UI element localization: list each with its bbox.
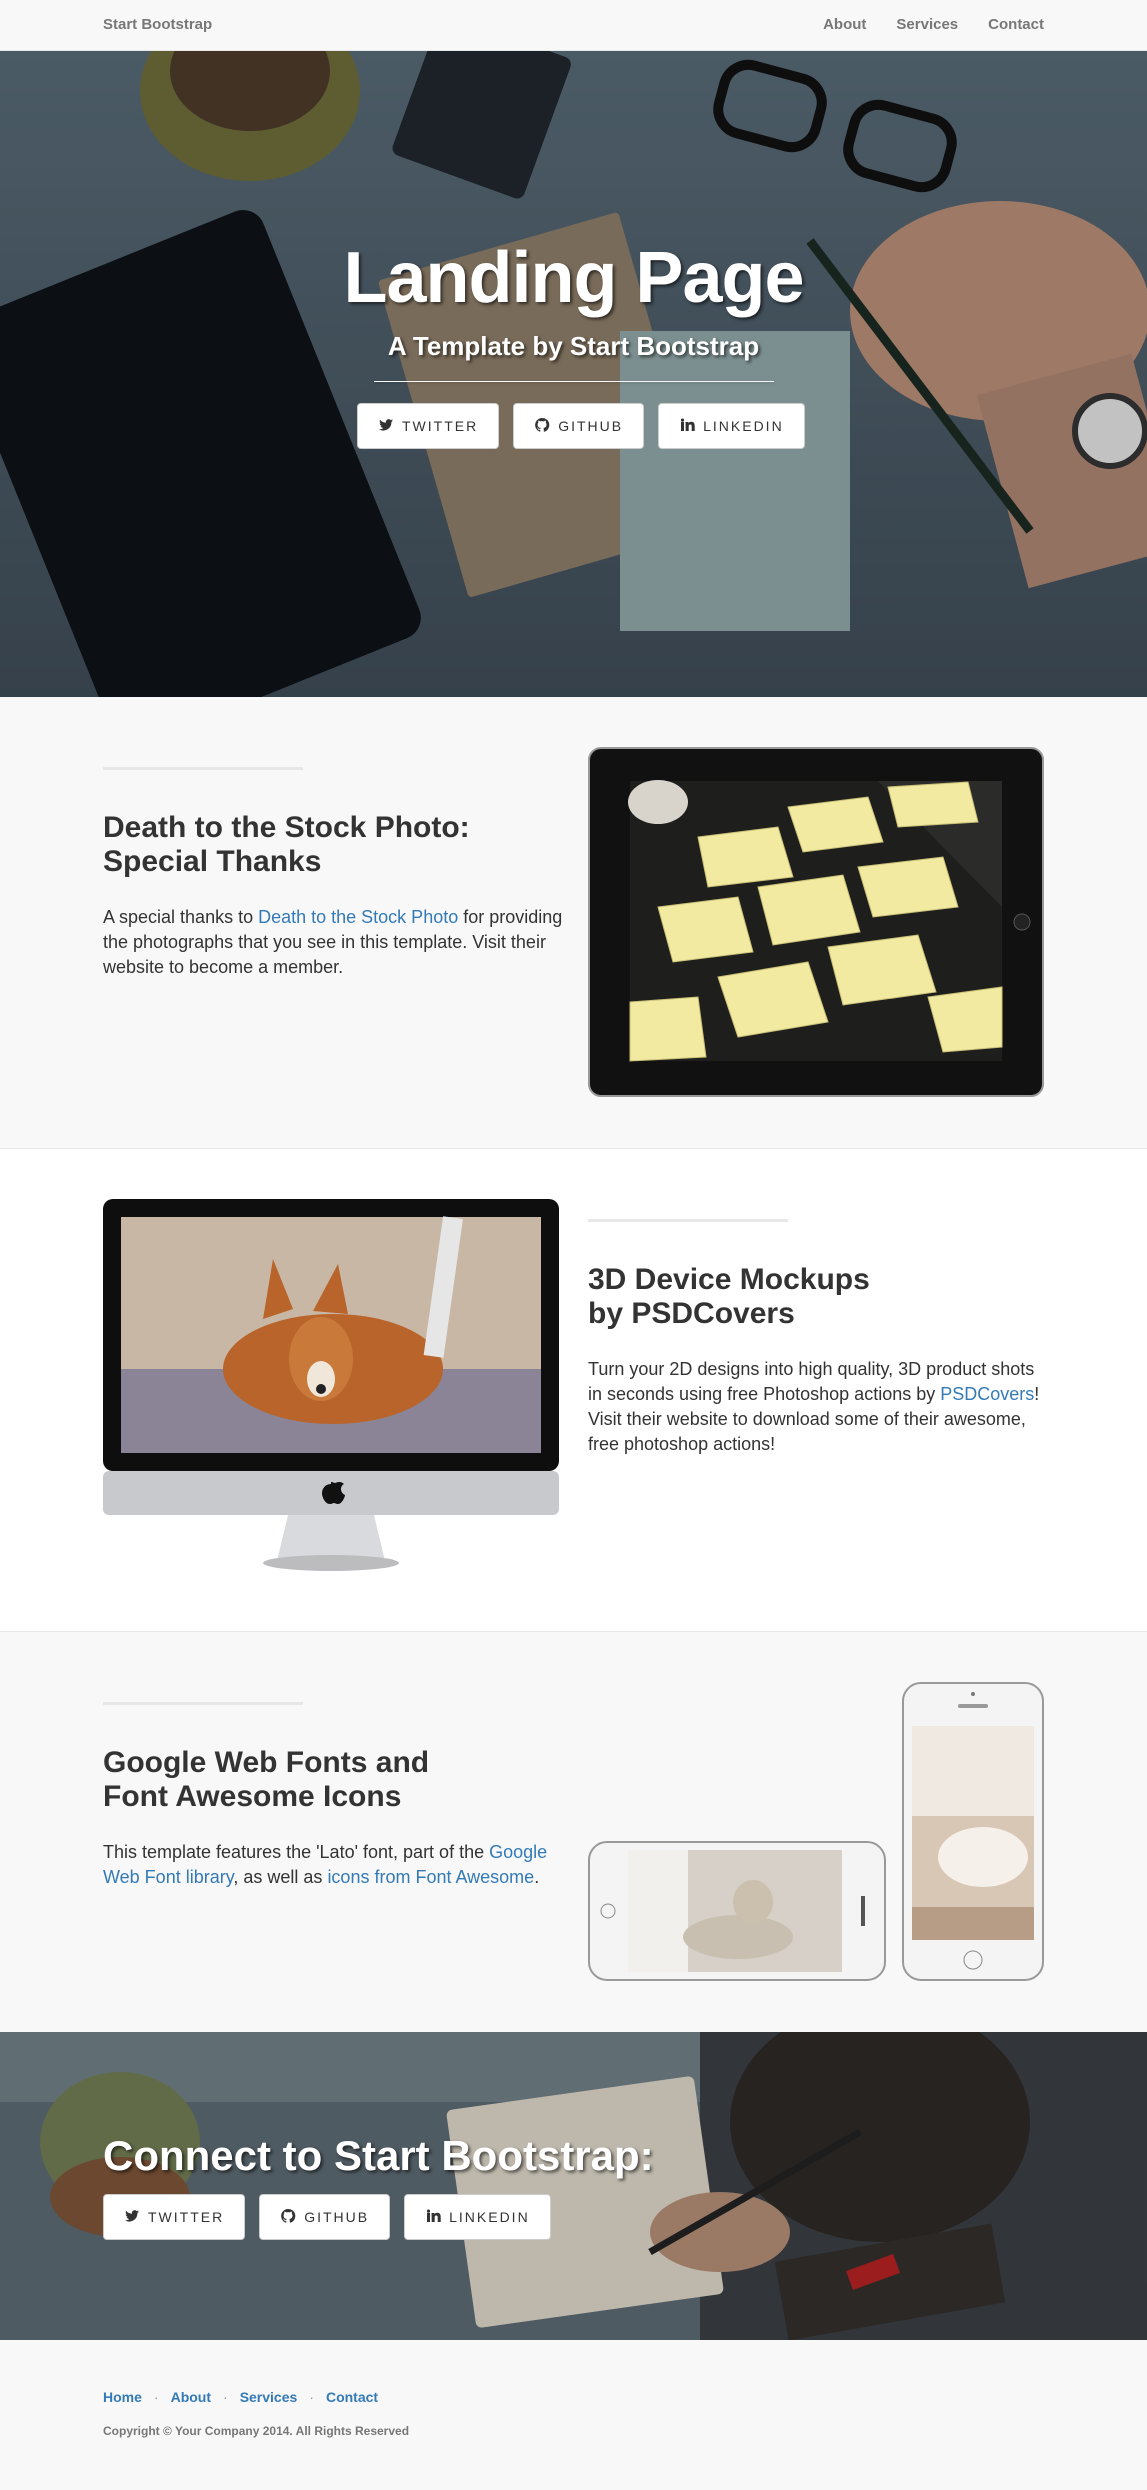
github-button[interactable]: GITHUB [259,2194,391,2240]
section-divider [588,1219,788,1222]
twitter-button-label: TWITTER [148,2209,225,2225]
banner-background-photo [0,2032,1147,2340]
copyright-text: Copyright © Your Company 2014. All Right… [103,2424,410,2438]
linkedin-button-label: LINKEDIN [703,418,784,434]
footer-nav: Home · About · Services · Contact [103,2389,378,2405]
section-heading: 3D Device Mockups by PSDCovers [588,1263,870,1331]
banner-title: Connect to Start Bootstrap: [103,2132,654,2179]
brand-link[interactable]: Start Bootstrap [103,16,212,33]
twitter-button[interactable]: TWITTER [357,403,500,449]
linkedin-button-label: LINKEDIN [449,2209,530,2225]
github-icon [534,417,550,436]
text-span: This template features the 'Lato' font, … [103,1842,490,1862]
footer-separator: · [309,2389,314,2405]
footer-separator: · [153,2389,159,2405]
section-stock-photo: Death to the Stock Photo: Special Thanks… [0,697,1147,1149]
heading-line: Google Web Fonts and [103,1746,430,1779]
ipad-mockup-image [588,747,1044,1097]
section-text: A special thanks to Death to the Stock P… [103,905,563,980]
contact-banner: Connect to Start Bootstrap: TWITTER GITH… [0,2032,1147,2340]
linkedin-button[interactable]: LINKEDIN [658,403,805,449]
nav-link-about[interactable]: About [823,16,866,33]
hero-title: Landing Page [343,238,804,318]
footer-link-contact[interactable]: Contact [326,2389,378,2405]
section-text: Turn your 2D designs into high quality, … [588,1357,1048,1457]
twitter-button-label: TWITTER [402,418,479,434]
heading-line: by PSDCovers [588,1297,795,1330]
footer-link-home[interactable]: Home [103,2389,142,2405]
footer-separator: · [223,2389,228,2405]
hero-section: Landing Page A Template by Start Bootstr… [0,51,1147,697]
github-button-label: GITHUB [304,2209,370,2225]
heading-line: Death to the Stock Photo: [103,811,470,844]
section-web-fonts: Google Web Fonts and Font Awesome Icons … [0,1632,1147,2032]
text-span: , as well as [233,1867,328,1887]
footer-link-services[interactable]: Services [240,2389,298,2405]
hero-divider [374,381,774,382]
navbar: Start Bootstrap About Services Contact [0,0,1147,51]
heading-line: Special Thanks [103,845,322,878]
hero-background-photo [0,51,1147,697]
text-span: A special thanks to [103,907,259,927]
section-heading: Death to the Stock Photo: Special Thanks [103,811,470,879]
linkedin-icon [679,417,695,436]
github-button[interactable]: GITHUB [513,403,645,449]
nav-links: About Services Contact [823,16,1044,33]
section-heading: Google Web Fonts and Font Awesome Icons [103,1746,429,1814]
font-awesome-link[interactable]: icons from Font Awesome [327,1867,534,1887]
imac-mockup-image [103,1199,559,1571]
github-icon [280,2208,296,2227]
iphone-mockups-image [588,1682,1044,1981]
hero-social-buttons: TWITTER GITHUB LINKEDIN [357,403,805,449]
heading-line: Font Awesome Icons [103,1780,402,1813]
section-divider [103,1702,303,1705]
twitter-button[interactable]: TWITTER [103,2194,246,2240]
section-device-mockups: 3D Device Mockups by PSDCovers Turn your… [0,1149,1147,1632]
hero-subtitle: A Template by Start Bootstrap [387,331,760,361]
github-button-label: GITHUB [558,418,624,434]
footer: Home · About · Services · Contact Copyri… [0,2340,1147,2490]
nav-link-contact[interactable]: Contact [988,16,1044,33]
text-span: . [534,1867,540,1887]
linkedin-button[interactable]: LINKEDIN [404,2194,551,2240]
psdcovers-link[interactable]: PSDCovers [940,1384,1034,1404]
section-divider [103,767,303,770]
death-to-stock-photo-link[interactable]: Death to the Stock Photo [258,907,458,927]
nav-link-services[interactable]: Services [896,16,958,33]
twitter-icon [124,2208,140,2227]
heading-line: 3D Device Mockups [588,1263,870,1296]
footer-link-about[interactable]: About [171,2389,211,2405]
section-text: This template features the 'Lato' font, … [103,1840,563,1890]
banner-social-buttons: TWITTER GITHUB LINKEDIN [103,2194,551,2240]
linkedin-icon [425,2208,441,2227]
twitter-icon [378,417,394,436]
